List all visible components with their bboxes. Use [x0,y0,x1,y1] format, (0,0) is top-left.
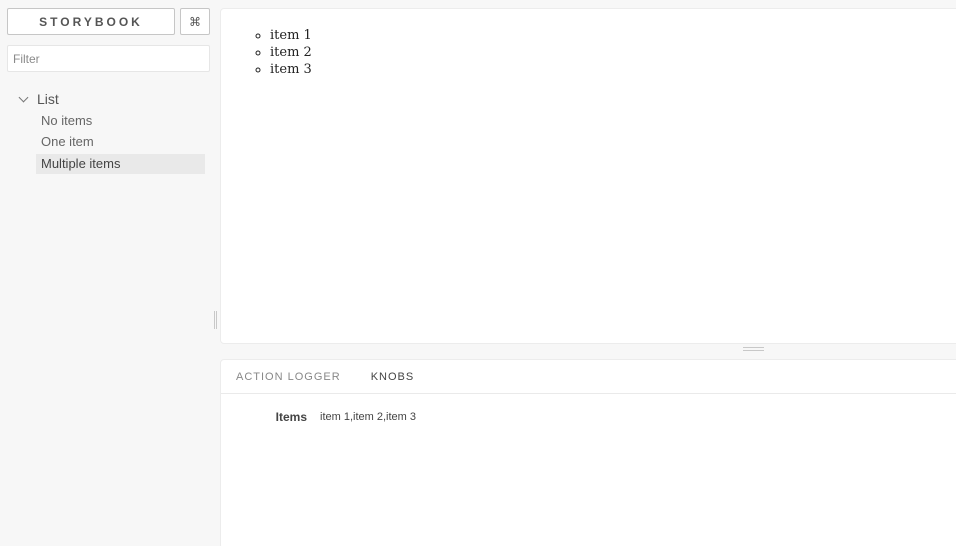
chevron-down-icon [18,92,29,102]
knob-row-items: Items [221,408,956,426]
preview-list: item 1 item 2 item 3 [270,27,312,78]
knob-label: Items [275,410,307,424]
story-one-item[interactable]: One item [36,132,205,152]
list-item: item 3 [270,61,312,78]
shortcuts-button[interactable]: ⌘ [180,8,210,35]
sidebar: STORYBOOK ⌘ List No items One item Multi… [0,0,220,546]
knob-items-input[interactable] [320,408,620,426]
addons-panel: ACTION LOGGER KNOBS Items [220,359,956,546]
story-no-items[interactable]: No items [36,111,205,131]
sidebar-resize-handle[interactable] [214,311,217,329]
kind-label: List [37,91,59,107]
storybook-app: STORYBOOK ⌘ List No items One item Multi… [0,0,956,546]
preview-frame: item 1 item 2 item 3 [220,8,956,344]
kind-list[interactable]: List [18,90,59,108]
story-multiple-items[interactable]: Multiple items [36,154,205,174]
tab-knobs[interactable]: KNOBS [371,371,415,383]
filter-input[interactable] [7,45,210,72]
storybook-brand-button[interactable]: STORYBOOK [7,8,175,35]
list-item: item 1 [270,27,312,44]
list-item: item 2 [270,44,312,61]
panel-resize-handle[interactable] [743,347,764,351]
tab-action-logger[interactable]: ACTION LOGGER [236,371,341,383]
addons-tabs: ACTION LOGGER KNOBS [221,360,956,394]
